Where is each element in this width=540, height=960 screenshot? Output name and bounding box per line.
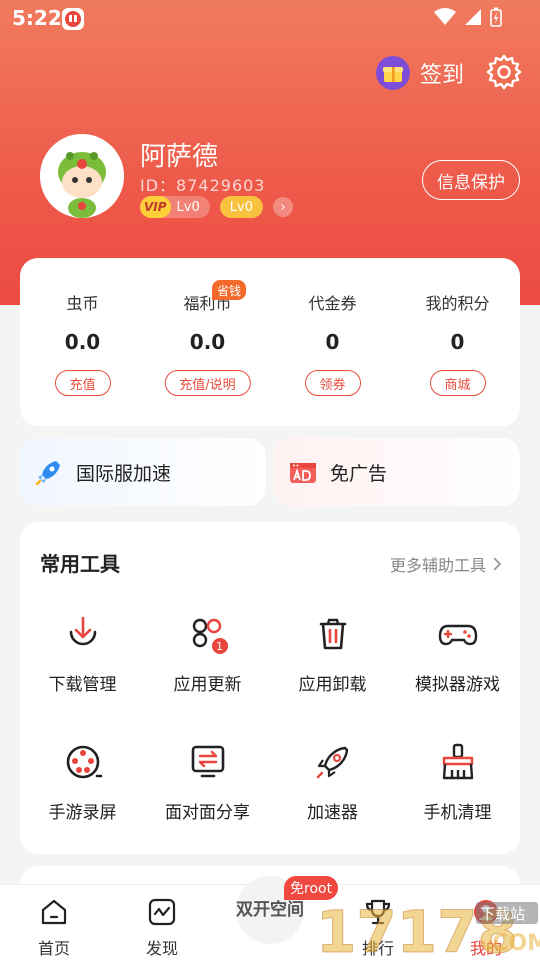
recharge-button[interactable]: 充值 [54,370,111,396]
rocket-icon [311,740,355,784]
tool-app-update[interactable]: 1 应用更新 [145,612,270,695]
tool-label: 下载管理 [48,675,117,695]
wallet-value: 0 [450,330,465,354]
chevron-right-icon[interactable]: › [272,197,293,217]
tool-face-share[interactable]: 面对面分享 [145,740,270,823]
watermark-domain: .COM [484,931,540,956]
tab-home[interactable]: 首页 [0,885,108,960]
signal-icon [465,9,481,25]
wallet-value: 0.0 [189,330,226,354]
chevron-right-icon [493,557,502,571]
wallet-label: 代金券 [308,294,357,313]
tool-download-manager[interactable]: 下载管理 [20,612,145,695]
broom-icon [436,740,480,784]
tab-label: 首页 [37,939,70,958]
tool-screen-record[interactable]: 手游录屏 [20,740,145,823]
tools-title: 常用工具 [40,552,120,576]
tool-label: 手机清理 [423,803,492,823]
notification-app-icon [62,8,84,30]
recharge-explain-button[interactable]: 充值/说明 [164,370,251,396]
gear-icon[interactable] [484,52,524,92]
intl-accelerate-card[interactable]: 国际服加速 [20,438,266,506]
promo-label: 免广告 [330,462,388,485]
tools-card: 常用工具 更多辅助工具 下载管理 1 应用更新 应用卸载 模拟器游戏 手游录屏 [20,522,520,854]
wallet-item-welfare[interactable]: 福利币 0.0 充值/说明 [145,258,270,426]
wallet-label: 我的积分 [425,294,490,313]
wallet-item-coins[interactable]: 虫币 0.0 充值 [20,258,145,426]
privacy-protection-button[interactable]: 信息保护 [422,160,520,200]
tool-label: 应用更新 [173,675,242,695]
ad-free-card[interactable]: 免广告 [274,438,520,506]
home-icon [41,899,67,925]
vip-badge[interactable]: VIP Lv0 [140,196,210,218]
tool-accelerator[interactable]: 加速器 [270,740,395,823]
checkin-label: 签到 [420,63,465,88]
wallet-label: 福利币 [183,294,232,313]
tool-label: 模拟器游戏 [415,675,500,695]
user-id: ID：87429603 [140,176,266,195]
wallet-item-vouchers[interactable]: 代金券 0 领券 [270,258,395,426]
apps-update-icon: 1 [186,612,230,656]
save-money-tag: 省钱 [212,280,247,300]
promo-label: 国际服加速 [76,462,172,485]
user-name: 阿萨德 [140,142,219,172]
vip-level: Lv0 [176,199,200,215]
tool-label: 面对面分享 [165,803,250,823]
status-time: 5:22 [12,6,62,30]
wallet-value: 0.0 [64,330,101,354]
gift-icon [376,56,410,90]
tool-emulator-games[interactable]: 模拟器游戏 [395,612,520,695]
tool-label: 应用卸载 [298,675,367,695]
user-level-badge[interactable]: Lv0 [219,196,263,218]
tool-app-uninstall[interactable]: 应用卸载 [270,612,395,695]
discover-icon [148,898,176,926]
film-reel-icon [61,740,105,784]
status-bar: 5:22 [0,0,540,38]
trash-icon [311,612,355,656]
tool-label: 加速器 [307,803,358,823]
tab-label: 发现 [145,939,178,958]
claim-voucher-button[interactable]: 领券 [304,370,361,396]
level-badges: VIP Lv0 Lv0 › [140,196,293,218]
mall-button[interactable]: 商城 [429,370,486,396]
wallet-item-points[interactable]: 我的积分 0 商城 [395,258,520,426]
site-watermark: 17178 下载站 .COM [316,894,540,960]
checkin-button[interactable]: 签到 [376,56,464,90]
gamepad-icon [436,612,480,656]
tool-label: 手游录屏 [48,803,117,823]
tool-phone-clean[interactable]: 手机清理 [395,740,520,823]
wifi-icon [434,8,456,25]
wallet-card: 虫币 0.0 充值 福利币 0.0 充值/说明 代金券 0 领券 我的积分 0 … [20,258,520,426]
watermark-sub: 下载站 [480,905,525,923]
more-tools-link[interactable]: 更多辅助工具 [390,552,502,576]
download-icon [61,612,105,656]
avatar[interactable] [40,134,124,218]
rocket-icon [35,461,60,486]
wallet-label: 虫币 [66,294,99,313]
battery-icon [490,7,502,27]
wallet-value: 0 [325,330,340,354]
more-tools-label: 更多辅助工具 [389,556,486,575]
update-count-badge: 1 [211,638,228,654]
vip-tag: VIP [140,196,171,218]
ad-icon [290,463,316,483]
share-transfer-icon [186,740,230,784]
tab-discover[interactable]: 发现 [108,885,216,960]
